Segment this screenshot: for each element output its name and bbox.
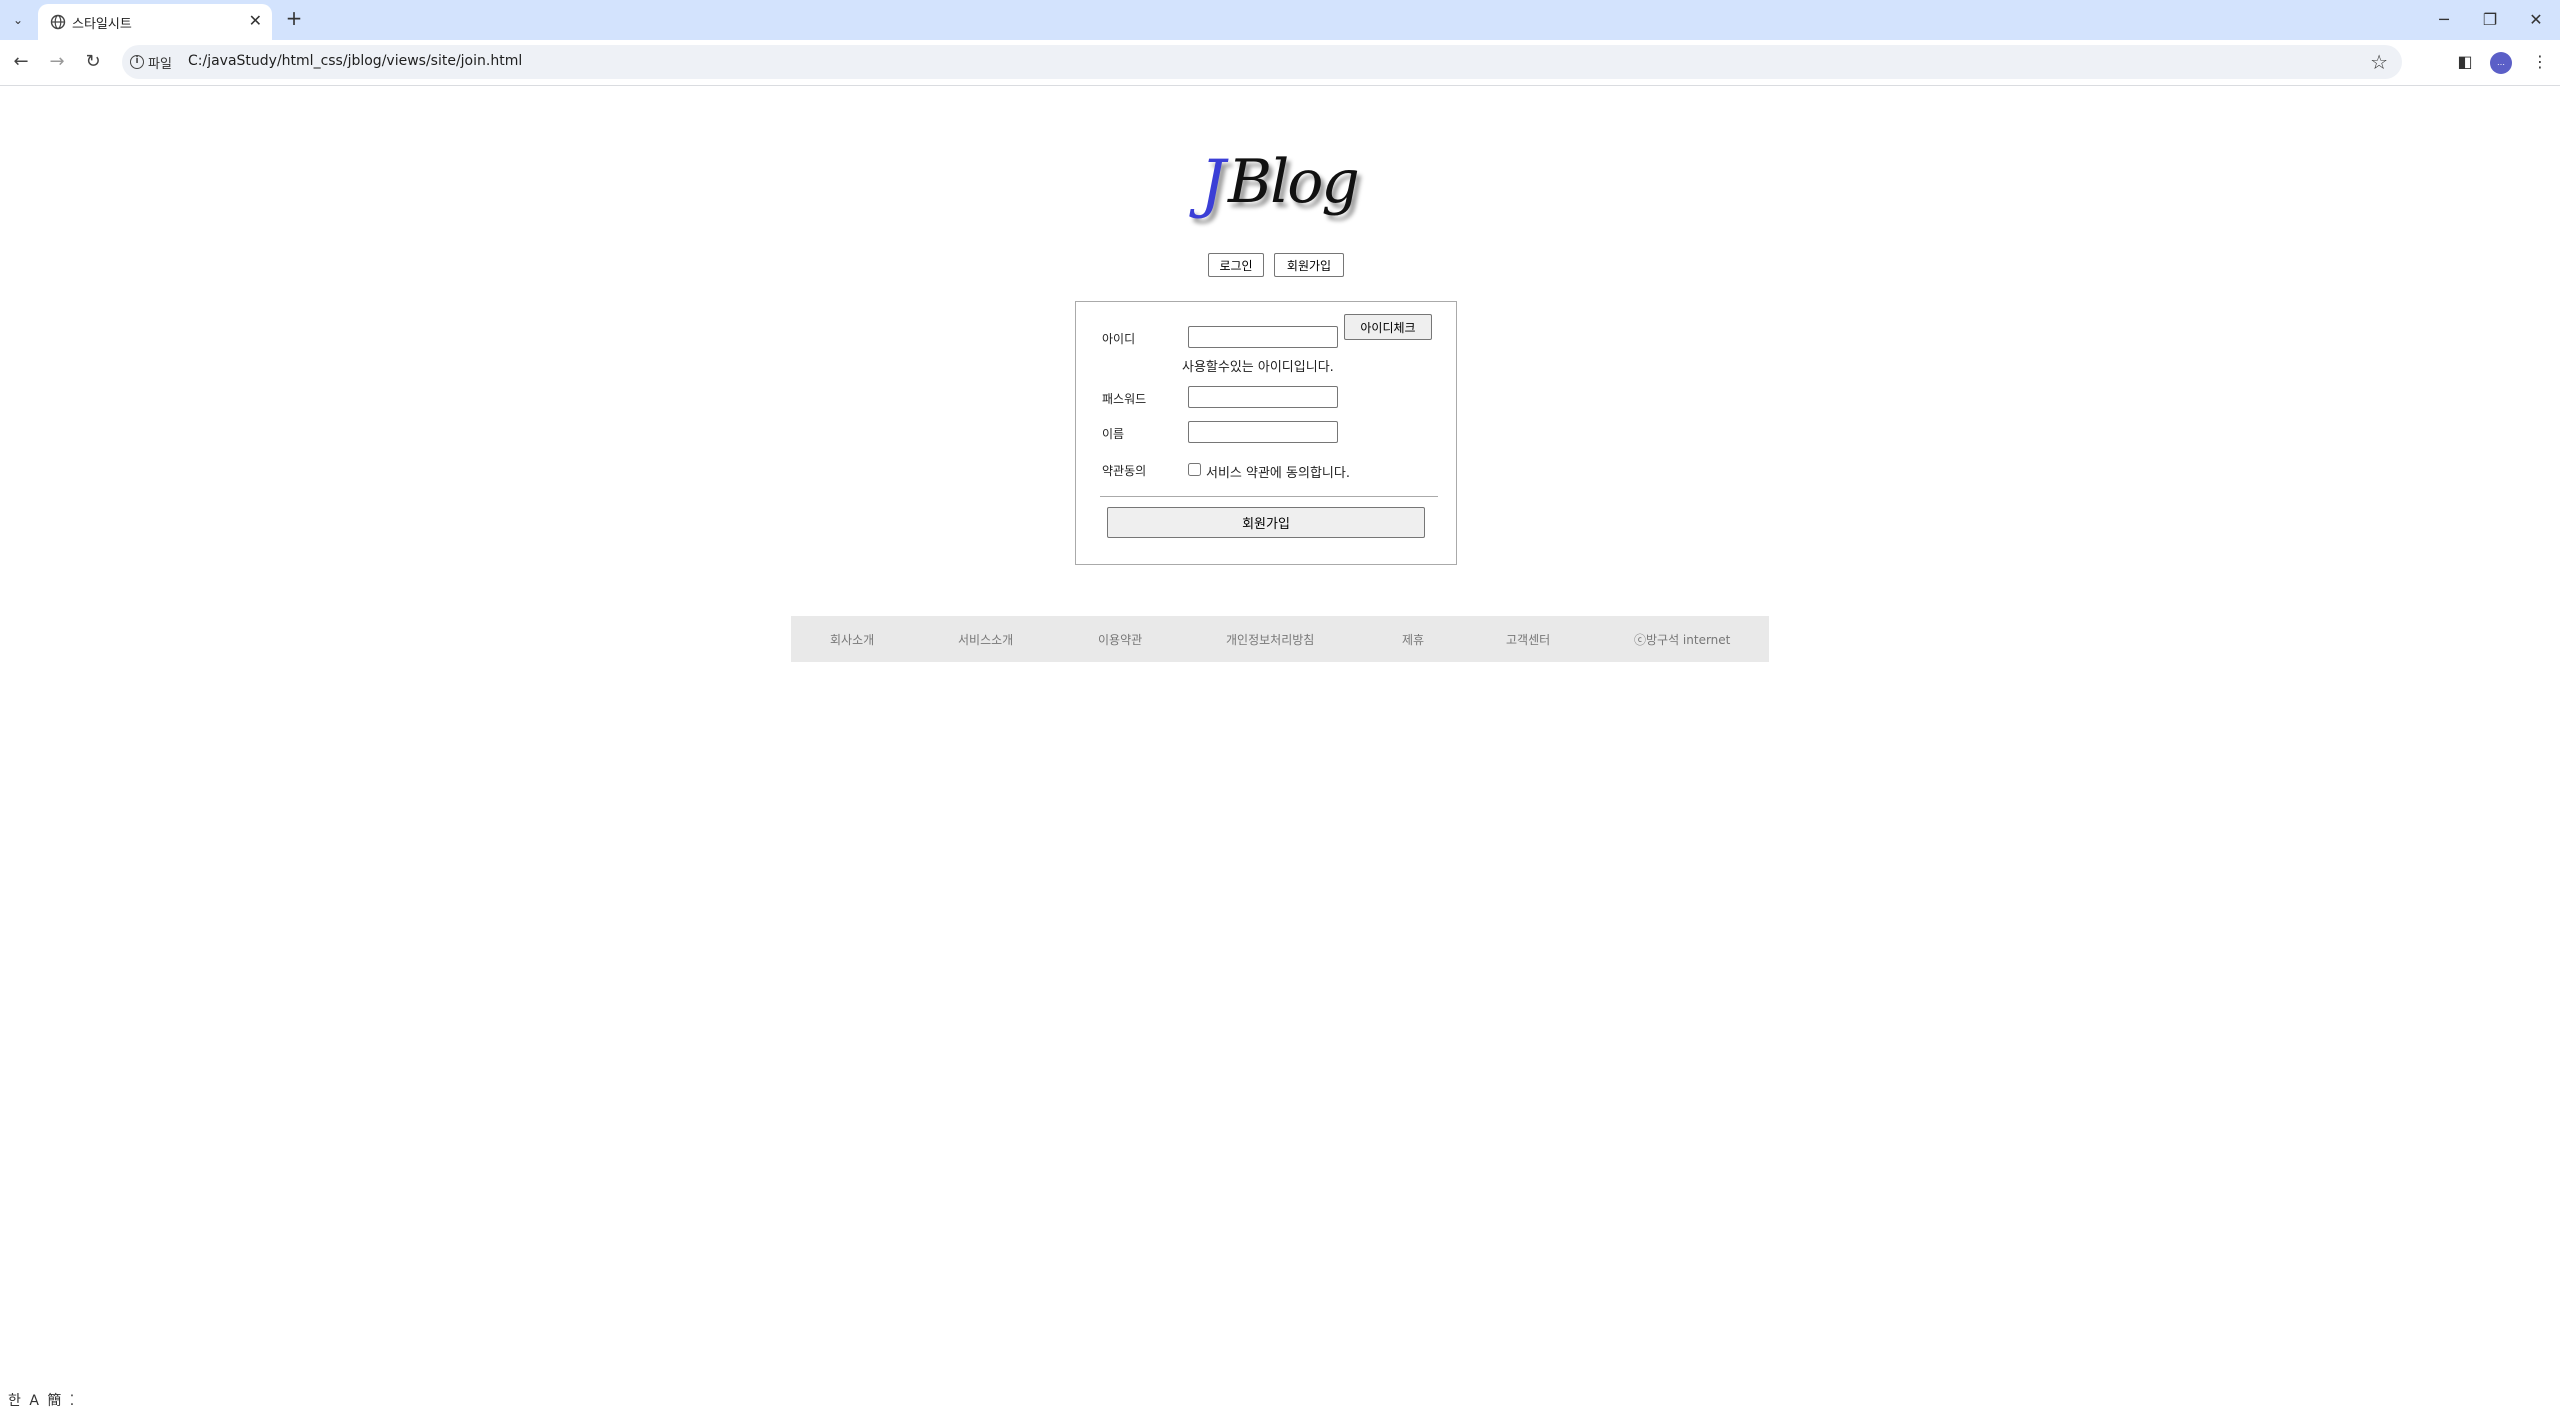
id-availability-message: 사용할수있는 아이디입니다.	[1182, 360, 1334, 375]
bookmark-star-icon[interactable]: ☆	[2370, 50, 2388, 74]
name-input[interactable]	[1188, 421, 1338, 443]
id-input[interactable]	[1188, 326, 1338, 348]
globe-icon	[50, 14, 66, 30]
footer-link-terms[interactable]: 이용약관	[1098, 631, 1142, 648]
browser-tab-bar: ⌄ 스타일시트 ✕ + ─ ❐ ✕	[0, 0, 2560, 40]
terms-text: 서비스 약관에 동의합니다.	[1206, 466, 1350, 481]
site-info-icon[interactable]: i	[130, 55, 144, 69]
footer-link-partnership[interactable]: 제휴	[1402, 631, 1424, 648]
login-button[interactable]: 로그인	[1208, 253, 1264, 277]
footer-link-company[interactable]: 회사소개	[830, 631, 874, 648]
id-label: 아이디	[1102, 332, 1136, 346]
browser-tab-active[interactable]: 스타일시트 ✕	[38, 4, 272, 40]
tab-search-chevron-icon[interactable]: ⌄	[8, 10, 28, 30]
logo-word-blog: Blog	[1228, 147, 1360, 217]
address-bar[interactable]: i 파일 C:/javaStudy/html_css/jblog/views/s…	[122, 45, 2402, 79]
password-label: 패스워드	[1102, 392, 1147, 406]
scheme-label[interactable]: 파일	[148, 53, 172, 72]
terms-checkbox[interactable]	[1188, 463, 1201, 476]
new-tab-button[interactable]: +	[282, 6, 306, 30]
jblog-logo: J Blog	[1200, 147, 1360, 247]
name-label: 이름	[1102, 427, 1125, 441]
footer-copyright: ⓒ방구석 internet	[1634, 633, 1731, 647]
join-form: 아이디 아이디체크 사용할수있는 아이디입니다. 패스워드 이름 약관동의 서비…	[1075, 301, 1457, 565]
tab-close-icon[interactable]: ✕	[249, 11, 262, 30]
footer-link-service[interactable]: 서비스소개	[958, 631, 1013, 648]
footer: 회사소개 서비스소개 이용약관 개인정보처리방침 제휴 고객센터 ⓒ방구석 in…	[791, 616, 1769, 662]
profile-avatar[interactable]: …	[2490, 52, 2512, 74]
page-content: J Blog 로그인 회원가입 아이디 아이디체크 사용할수있는 아이디입니다.…	[0, 87, 2560, 1410]
footer-link-privacy[interactable]: 개인정보처리방침	[1226, 631, 1314, 648]
forward-arrow-icon[interactable]: →	[45, 50, 69, 74]
window-minimize-button[interactable]: ─	[2429, 6, 2459, 34]
form-divider	[1100, 496, 1438, 497]
back-arrow-icon[interactable]: ←	[9, 50, 33, 74]
join-submit-button[interactable]: 회원가입	[1107, 507, 1425, 538]
password-input[interactable]	[1188, 386, 1338, 408]
window-close-button[interactable]: ✕	[2521, 6, 2551, 34]
side-panel-icon[interactable]: ◧	[2451, 48, 2479, 76]
id-check-button[interactable]: 아이디체크	[1344, 314, 1432, 340]
terms-label: 약관동의	[1102, 464, 1147, 478]
join-menu-button[interactable]: 회원가입	[1274, 253, 1344, 277]
logo-letter-j: J	[1200, 147, 1226, 221]
footer-link-support[interactable]: 고객센터	[1506, 631, 1550, 648]
url-text[interactable]: C:/javaStudy/html_css/jblog/views/site/j…	[188, 53, 522, 69]
ime-indicator[interactable]: 한 A 簡 ⁚	[8, 1390, 76, 1410]
reload-icon[interactable]: ↻	[81, 50, 105, 74]
browser-toolbar: ← → ↻ i 파일 C:/javaStudy/html_css/jblog/v…	[0, 40, 2560, 86]
more-menu-icon[interactable]: ⋮	[2526, 48, 2554, 76]
window-restore-button[interactable]: ❐	[2475, 6, 2505, 34]
tab-title: 스타일시트	[72, 17, 132, 32]
